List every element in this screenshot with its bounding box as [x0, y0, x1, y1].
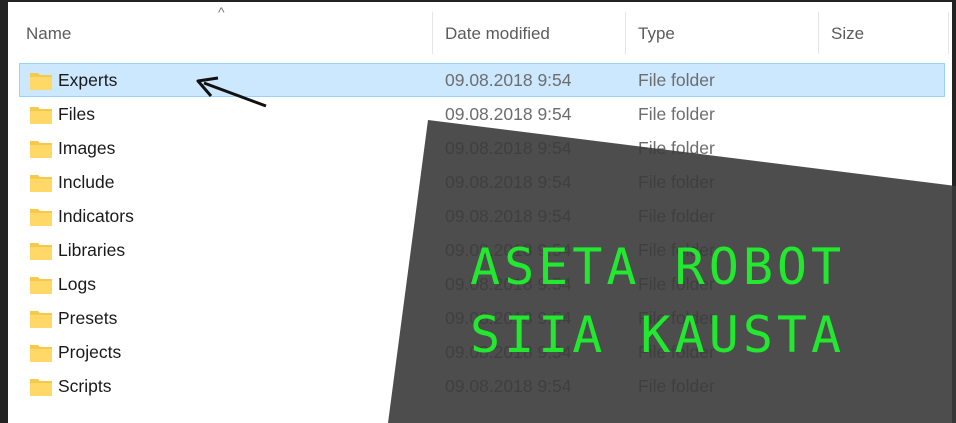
- column-divider[interactable]: [948, 12, 949, 54]
- file-row-experts[interactable]: Experts 09.08.2018 9:54 File folder: [19, 63, 945, 97]
- sort-up-icon: ^: [218, 4, 225, 20]
- file-name: Presets: [58, 308, 118, 328]
- file-type: File folder: [638, 104, 715, 124]
- folder-icon: [30, 277, 52, 294]
- file-type: File folder: [638, 138, 715, 158]
- column-header-date-modified[interactable]: Date modified: [445, 14, 550, 54]
- file-name: Experts: [58, 70, 118, 90]
- file-name: Scripts: [58, 376, 112, 396]
- file-name: Logs: [58, 274, 96, 294]
- column-divider[interactable]: [432, 12, 433, 54]
- file-date-modified: 09.08.2018 9:54: [445, 206, 572, 226]
- file-type: File folder: [638, 70, 715, 90]
- column-header-size[interactable]: Size: [831, 14, 864, 54]
- column-divider[interactable]: [625, 12, 626, 54]
- file-name: Indicators: [58, 206, 134, 226]
- file-name: Include: [58, 172, 115, 192]
- folder-icon: [30, 379, 52, 396]
- file-type: File folder: [638, 376, 715, 396]
- file-name: Images: [58, 138, 116, 158]
- column-header-type[interactable]: Type: [638, 14, 675, 54]
- folder-icon: [30, 209, 52, 226]
- folder-icon: [30, 107, 52, 124]
- folder-icon: [30, 175, 52, 192]
- file-date-modified: 09.08.2018 9:54: [445, 104, 572, 124]
- folder-icon: [30, 141, 52, 158]
- file-row-scripts[interactable]: Scripts 09.08.2018 9:54 File folder: [20, 370, 944, 402]
- file-name: Files: [58, 104, 95, 124]
- folder-icon: [30, 73, 52, 90]
- folder-icon: [30, 311, 52, 328]
- file-name: Projects: [58, 342, 122, 362]
- file-name: Libraries: [58, 240, 126, 260]
- file-row-indicators[interactable]: Indicators 09.08.2018 9:54 File folder: [20, 200, 944, 232]
- column-header-bar: ^ Name Date modified Type Size: [8, 2, 952, 60]
- file-row-include[interactable]: Include 09.08.2018 9:54 File folder: [20, 166, 944, 198]
- annotation-line-2: SIIA KAUSTA: [470, 306, 846, 364]
- column-divider[interactable]: [818, 12, 819, 54]
- folder-icon: [30, 345, 52, 362]
- file-type: File folder: [638, 172, 715, 192]
- file-date-modified: 09.08.2018 9:54: [445, 376, 572, 396]
- file-type: File folder: [638, 206, 715, 226]
- folder-icon: [30, 243, 52, 260]
- annotation-line-1: ASETA ROBOT: [470, 238, 846, 296]
- file-row-files[interactable]: Files 09.08.2018 9:54 File folder: [20, 98, 944, 130]
- column-header-name[interactable]: Name: [26, 14, 71, 54]
- file-row-images[interactable]: Images 09.08.2018 9:54 File folder: [20, 132, 944, 164]
- file-date-modified: 09.08.2018 9:54: [445, 70, 572, 90]
- file-date-modified: 09.08.2018 9:54: [445, 138, 572, 158]
- file-date-modified: 09.08.2018 9:54: [445, 172, 572, 192]
